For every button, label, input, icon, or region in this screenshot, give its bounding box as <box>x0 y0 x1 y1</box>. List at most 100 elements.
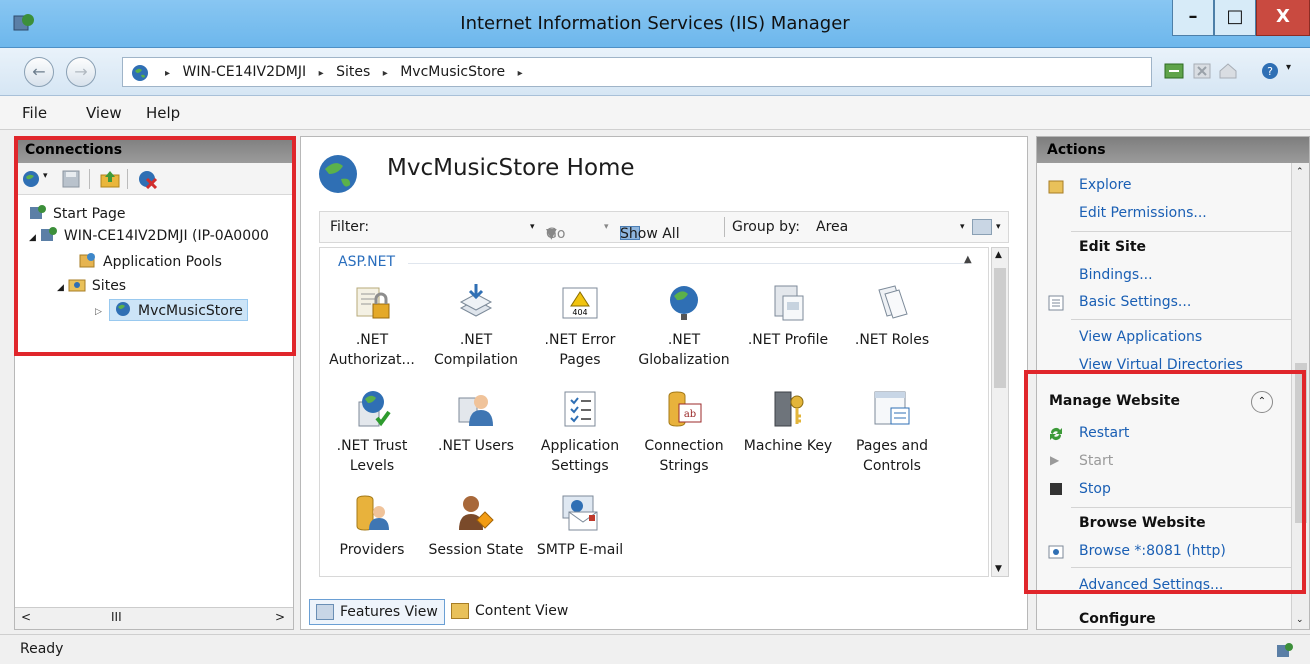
collapse-section-icon[interactable]: ⌃ <box>1251 391 1273 413</box>
action-bindings[interactable]: Bindings... <box>1079 267 1153 283</box>
action-restart[interactable]: Restart <box>1079 425 1129 441</box>
action-edit-permissions[interactable]: Edit Permissions... <box>1079 205 1207 221</box>
feature-item[interactable]: .NET Roles <box>840 282 944 350</box>
scroll-thumb-grip[interactable]: III <box>111 610 122 624</box>
breadcrumb-sites[interactable]: Sites <box>336 64 370 80</box>
action-start[interactable]: Start <box>1079 453 1113 469</box>
feature-item[interactable]: ab Connection Strings <box>632 388 736 476</box>
address-field[interactable]: ▸ WIN-CE14IV2DMJI ▸ Sites ▸ MvcMusicStor… <box>122 57 1152 87</box>
features-panel: MvcMusicStore Home Filter: ▾ ▼ Go ▾ Show… <box>300 136 1028 630</box>
actions-divider <box>1071 319 1291 320</box>
group-collapse-icon[interactable]: ▲ <box>964 254 972 265</box>
help-icon[interactable]: ? <box>1260 62 1280 80</box>
start-icon: ▶ <box>1050 453 1060 467</box>
scroll-thumb[interactable] <box>994 268 1006 388</box>
back-button[interactable]: ← <box>24 57 54 87</box>
expand-arrow-icon[interactable]: ◢ <box>29 233 36 243</box>
action-view-virtual-directories[interactable]: View Virtual Directories <box>1079 357 1243 371</box>
maximize-button[interactable]: □ <box>1214 0 1256 36</box>
filter-input[interactable] <box>380 216 520 238</box>
delete-connection-icon[interactable] <box>137 169 159 189</box>
connections-hscrollbar[interactable]: < III > <box>15 607 293 629</box>
action-view-applications[interactable]: View Applications <box>1079 329 1202 345</box>
connect-icon[interactable] <box>21 169 43 189</box>
minimize-button[interactable]: – <box>1172 0 1214 36</box>
feature-item[interactable]: Providers <box>320 492 424 560</box>
tree-site-mvcmusicstore[interactable]: MvcMusicStore <box>109 299 248 321</box>
scroll-up-icon[interactable]: ▲ <box>995 250 1002 260</box>
action-explore[interactable]: Explore <box>1079 177 1132 193</box>
app-settings-icon <box>564 391 596 427</box>
browse-icon <box>1048 545 1064 559</box>
action-basic-settings[interactable]: Basic Settings... <box>1079 294 1191 310</box>
feature-label: .NET Users <box>438 438 514 454</box>
feature-item[interactable]: .NET Authorizat... <box>320 282 424 370</box>
feature-item[interactable]: .NET Compilation <box>424 282 528 370</box>
feature-item[interactable]: Session State <box>424 492 528 560</box>
close-button[interactable]: X <box>1256 0 1310 36</box>
tree-application-pools[interactable]: Application Pools <box>79 251 222 273</box>
home-nav-icon[interactable] <box>1218 62 1238 80</box>
feature-item[interactable]: .NET Globalization <box>632 282 736 370</box>
feature-item[interactable]: 404 .NET Error Pages <box>528 282 632 370</box>
view-mode-icon[interactable] <box>972 219 992 235</box>
action-browse-8081[interactable]: Browse *:8081 (http) <box>1079 543 1226 559</box>
scroll-up-icon[interactable]: ⌃ <box>1296 167 1304 177</box>
group-by-select[interactable]: Area <box>816 219 848 235</box>
tab-features-view[interactable]: Features View <box>309 599 445 625</box>
feature-item[interactable]: .NET Trust Levels <box>320 388 424 476</box>
menu-file[interactable]: File <box>22 104 47 122</box>
feature-label: Application <box>540 438 620 454</box>
features-vscrollbar[interactable]: ▲ ▼ <box>991 247 1009 577</box>
status-text: Ready <box>20 641 64 657</box>
filter-dropdown-icon[interactable]: ▾ <box>530 222 535 232</box>
feature-item[interactable]: .NET Profile <box>736 282 840 350</box>
help-dropdown-icon[interactable]: ▾ <box>1286 62 1291 73</box>
connect-icon[interactable] <box>1164 62 1184 80</box>
action-stop[interactable]: Stop <box>1079 481 1111 497</box>
group-by-dropdown-icon[interactable]: ▾ <box>960 222 965 232</box>
breadcrumb-site[interactable]: MvcMusicStore <box>400 64 505 80</box>
view-mode-dropdown-icon[interactable]: ▾ <box>996 222 1001 232</box>
action-advanced-settings[interactable]: Advanced Settings... <box>1079 577 1223 591</box>
tab-content-view[interactable]: Content View <box>445 599 574 625</box>
tab-label: Features View <box>340 604 438 620</box>
page-title: MvcMusicStore Home <box>387 155 635 181</box>
breadcrumb-server[interactable]: WIN-CE14IV2DMJI <box>182 64 306 80</box>
go-dropdown-icon[interactable]: ▾ <box>604 222 609 232</box>
server-status-icon <box>1277 643 1293 657</box>
forward-button[interactable]: → <box>66 57 96 87</box>
tree-start-page[interactable]: Start Page <box>29 203 126 225</box>
filter-divider <box>724 217 725 237</box>
feature-item[interactable]: Pages and Controls <box>840 388 944 476</box>
actions-vscrollbar[interactable]: ⌃ ⌄ <box>1291 163 1309 629</box>
up-level-icon[interactable] <box>99 169 121 189</box>
machine-key-icon <box>774 391 804 427</box>
scroll-down-icon[interactable]: ⌄ <box>1296 615 1304 625</box>
feature-item[interactable]: Machine Key <box>736 388 840 456</box>
tree-sites[interactable]: ◢ Sites <box>57 275 126 297</box>
scroll-thumb[interactable] <box>1295 363 1307 523</box>
connect-dropdown-icon[interactable]: ▾ <box>43 171 48 181</box>
group-header[interactable]: ASP.NET <box>338 254 395 270</box>
expand-arrow-icon[interactable]: ◢ <box>57 283 64 293</box>
stop-nav-icon[interactable] <box>1192 62 1212 80</box>
server-icon <box>40 227 57 241</box>
scroll-down-icon[interactable]: ▼ <box>995 564 1002 574</box>
feature-item[interactable]: SMTP E-mail <box>528 492 632 560</box>
scroll-right-icon[interactable]: > <box>275 610 285 624</box>
save-icon[interactable] <box>61 169 81 189</box>
feature-label: .NET <box>459 332 493 348</box>
feature-label: Authorizat... <box>329 352 415 368</box>
scroll-left-icon[interactable]: < <box>21 610 31 624</box>
menu-bar: File View Help <box>0 96 1310 130</box>
menu-view[interactable]: View <box>86 104 122 122</box>
feature-item[interactable]: .NET Users <box>424 388 528 456</box>
minimize-icon: – <box>1188 6 1198 27</box>
smtp-email-icon <box>562 495 598 531</box>
feature-item[interactable]: Application Settings <box>528 388 632 476</box>
go-label: Go <box>546 226 566 242</box>
menu-help[interactable]: Help <box>146 104 180 122</box>
collapse-arrow-icon[interactable]: ▷ <box>95 301 102 323</box>
tree-server[interactable]: ◢ WIN-CE14IV2DMJI (IP-0A0000 <box>29 225 269 247</box>
